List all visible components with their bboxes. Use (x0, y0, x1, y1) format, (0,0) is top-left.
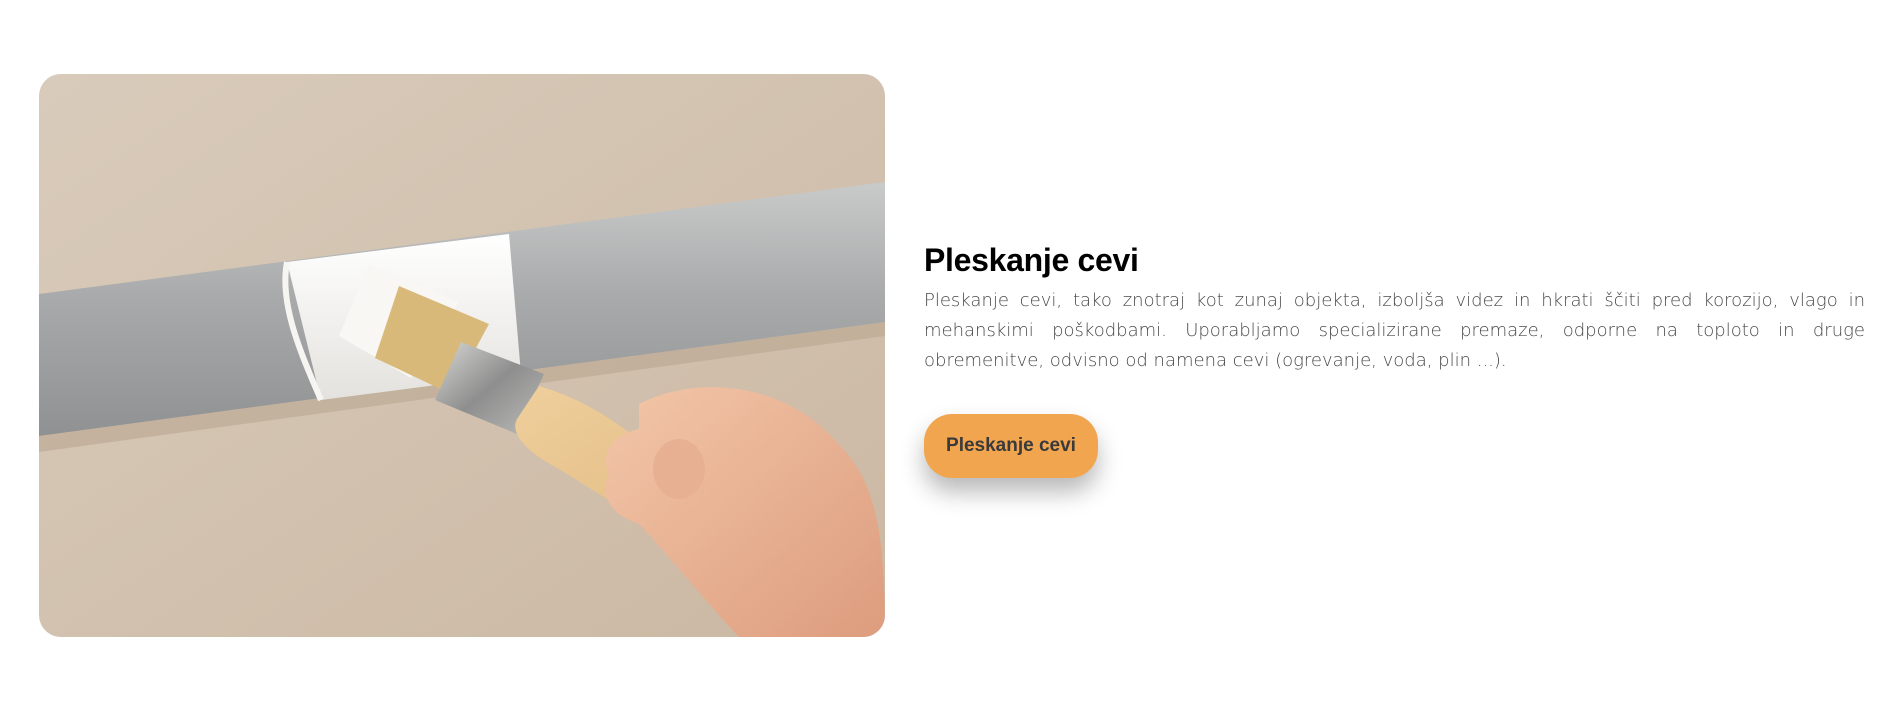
service-image (39, 74, 885, 637)
service-title: Pleskanje cevi (924, 242, 1139, 278)
service-content: Pleskanje cevi Pleskanje cevi, tako znot… (924, 238, 1865, 376)
pipe-painting-illustration (39, 74, 885, 637)
service-description: Pleskanje cevi, tako znotraj kot zunaj o… (924, 290, 1865, 371)
service-button[interactable]: Pleskanje cevi (924, 414, 1098, 478)
